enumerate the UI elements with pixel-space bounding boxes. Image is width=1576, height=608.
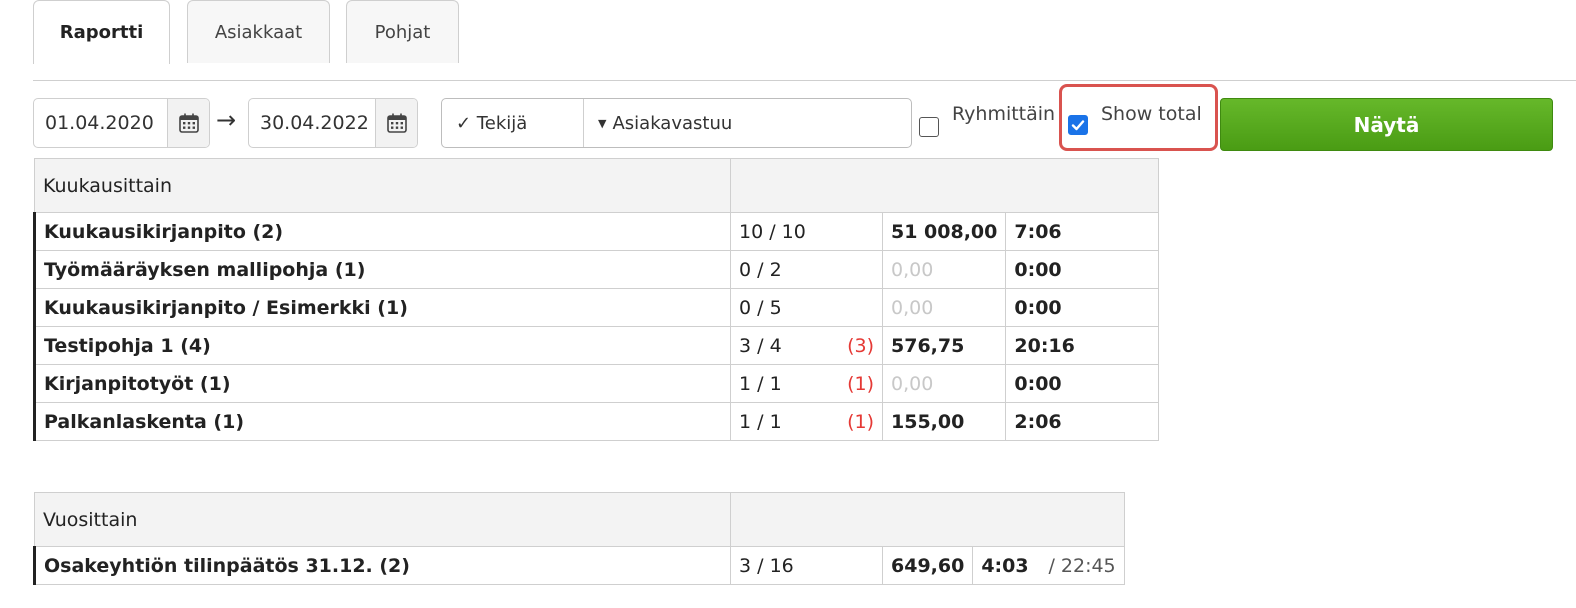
table-row[interactable]: Palkanlaskenta (1) 1 / 1 (1) 155,00 2:06 xyxy=(33,402,1160,441)
row-amount: 0,00 xyxy=(881,364,1007,403)
row-amount: 0,00 xyxy=(881,288,1007,327)
tab-label: Raportti xyxy=(59,22,144,43)
row-ratio: 1 / 1 (1) xyxy=(730,402,883,441)
monthly-table: Kuukausittain Kuukausikirjanpito (2) 10 … xyxy=(33,158,1160,441)
checkmark-icon xyxy=(1071,120,1085,131)
table-row[interactable]: Osakeyhtiön tilinpäätös 31.12. (2) 3 / 1… xyxy=(33,546,1126,585)
yearly-header: Vuosittain xyxy=(34,492,731,547)
ryhmittain-checkbox[interactable] xyxy=(919,117,939,137)
row-ratio: 3 / 4 (3) xyxy=(730,326,883,365)
caret-down-icon: ▼ xyxy=(598,116,607,130)
row-time: 20:16 xyxy=(1005,326,1160,365)
row-ratio: 3 / 16 xyxy=(730,546,883,585)
row-time: 0:00 xyxy=(1005,364,1160,403)
tab-raportti[interactable]: Raportti xyxy=(33,0,170,64)
row-time: 0:00 xyxy=(1005,288,1160,327)
tab-pohjat[interactable]: Pohjat xyxy=(346,0,459,63)
row-amount: 155,00 xyxy=(881,402,1007,441)
tab-bar-divider xyxy=(33,80,1576,81)
row-time-cell: 4:03 / 22:45 xyxy=(972,546,1126,585)
show-button[interactable]: Näytä xyxy=(1220,98,1553,151)
ratio-value: 3 / 4 xyxy=(739,334,782,357)
table-row[interactable]: Kirjanpitotyöt (1) 1 / 1 (1) 0,00 0:00 xyxy=(33,364,1160,403)
table-row[interactable]: Kuukausikirjanpito / Esimerkki (1) 0 / 5… xyxy=(33,288,1160,327)
header-empty-cell xyxy=(729,492,1126,547)
range-arrow-icon: → xyxy=(216,106,237,134)
calendar-icon[interactable] xyxy=(375,99,417,147)
open-count-flag: (1) xyxy=(847,372,874,395)
row-time: 0:00 xyxy=(1005,250,1160,289)
table-row[interactable]: Kuukausikirjanpito (2) 10 / 10 51 008,00… xyxy=(33,212,1160,251)
row-name[interactable]: Kuukausikirjanpito (2) xyxy=(33,212,731,251)
table-row[interactable]: Työmääräyksen mallipohja (1) 0 / 2 0,00 … xyxy=(33,250,1160,289)
row-time: 7:06 xyxy=(1005,212,1160,251)
open-count-flag: (1) xyxy=(847,410,874,433)
row-time: 2:06 xyxy=(1005,402,1160,441)
ratio-value: 10 / 10 xyxy=(739,220,806,243)
tab-label: Pohjat xyxy=(374,21,431,43)
tab-label: Asiakkaat xyxy=(214,21,303,43)
row-name[interactable]: Palkanlaskenta (1) xyxy=(33,402,731,441)
ratio-value: 1 / 1 xyxy=(739,372,782,395)
show-button-label: Näytä xyxy=(1353,112,1420,137)
yearly-table: Vuosittain Osakeyhtiön tilinpäätös 31.12… xyxy=(33,492,1126,585)
date-to-field[interactable]: 30.04.2022 xyxy=(248,98,418,148)
ratio-value: 1 / 1 xyxy=(739,410,782,433)
grouping-select[interactable]: ✓ Tekijä ▼ Asiakavastuu xyxy=(441,98,912,148)
row-amount: 649,60 xyxy=(881,546,974,585)
row-ratio: 1 / 1 (1) xyxy=(730,364,883,403)
date-to-value[interactable]: 30.04.2022 xyxy=(249,99,375,147)
table-header-row: Kuukausittain xyxy=(34,158,1160,213)
calendar-icon[interactable] xyxy=(167,99,209,147)
show-total-label[interactable]: Show total xyxy=(1101,103,1202,125)
open-count-flag: (3) xyxy=(847,334,874,357)
show-total-checkbox[interactable] xyxy=(1068,115,1088,135)
row-amount: 51 008,00 xyxy=(881,212,1007,251)
tekija-label: ✓ Tekijä xyxy=(456,112,528,134)
ryhmittain-label[interactable]: Ryhmittäin xyxy=(952,103,1055,125)
row-ratio: 10 / 10 xyxy=(730,212,883,251)
row-total-time: / 22:45 xyxy=(1048,554,1116,577)
row-name[interactable]: Testipohja 1 (4) xyxy=(33,326,731,365)
row-amount: 576,75 xyxy=(881,326,1007,365)
date-from-value[interactable]: 01.04.2020 xyxy=(34,99,167,147)
ratio-value: 0 / 2 xyxy=(739,258,782,281)
row-ratio: 0 / 5 xyxy=(730,288,883,327)
row-name[interactable]: Osakeyhtiön tilinpäätös 31.12. (2) xyxy=(33,546,731,585)
tekija-option[interactable]: ✓ Tekijä xyxy=(442,99,584,147)
row-time: 4:03 xyxy=(981,554,1029,577)
table-row[interactable]: Testipohja 1 (4) 3 / 4 (3) 576,75 20:16 xyxy=(33,326,1160,365)
row-name[interactable]: Kirjanpitotyöt (1) xyxy=(33,364,731,403)
header-empty-cell xyxy=(729,158,1160,213)
asiakasvastuu-dropdown[interactable]: ▼ Asiakavastuu xyxy=(584,99,911,147)
table-header-row: Vuosittain xyxy=(34,492,1126,547)
asiakasvastuu-label: Asiakavastuu xyxy=(612,112,733,134)
row-ratio: 0 / 2 xyxy=(730,250,883,289)
monthly-header: Kuukausittain xyxy=(34,158,731,213)
date-from-field[interactable]: 01.04.2020 xyxy=(33,98,210,148)
row-name[interactable]: Työmääräyksen mallipohja (1) xyxy=(33,250,731,289)
row-amount: 0,00 xyxy=(881,250,1007,289)
row-name[interactable]: Kuukausikirjanpito / Esimerkki (1) xyxy=(33,288,731,327)
tab-asiakkaat[interactable]: Asiakkaat xyxy=(187,0,330,63)
ratio-value: 0 / 5 xyxy=(739,296,782,319)
